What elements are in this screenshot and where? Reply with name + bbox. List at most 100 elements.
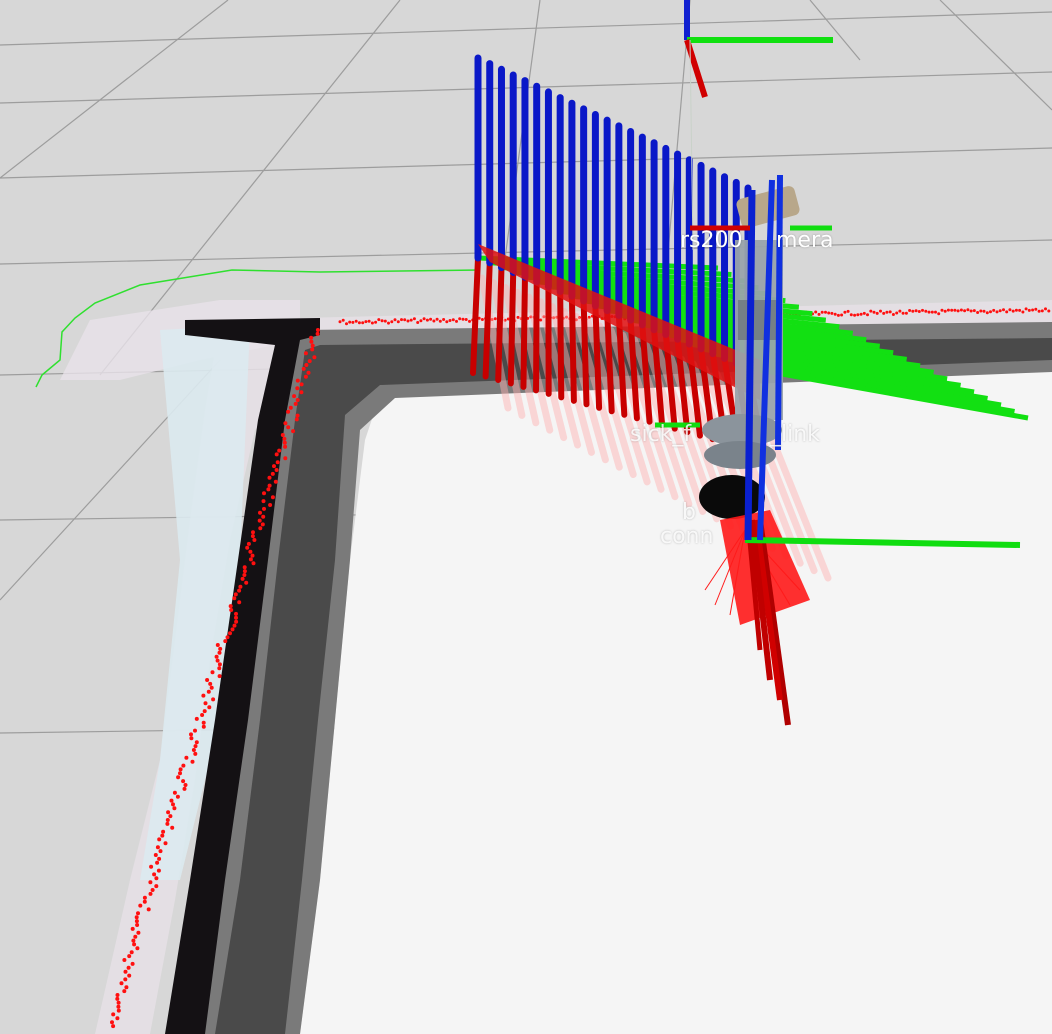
laser-point (270, 495, 275, 500)
laser-point (911, 309, 915, 313)
laser-point (148, 880, 153, 885)
laser-point (234, 615, 238, 620)
laser-point (135, 946, 140, 951)
laser-point (843, 310, 847, 314)
laser-point (412, 317, 416, 321)
laser-point (422, 317, 426, 321)
laser-point (1047, 309, 1051, 313)
laser-point (261, 514, 266, 519)
laser-point (242, 573, 247, 577)
laser-point (242, 565, 247, 570)
laser-point (348, 320, 352, 324)
laser-point (228, 631, 232, 636)
laser-point (172, 806, 177, 811)
laser-point (134, 919, 139, 924)
laser-point (827, 311, 831, 315)
pose-x-axis (507, 269, 517, 387)
laser-point (849, 313, 853, 317)
scene-canvas[interactable] (0, 0, 1052, 1034)
laser-point (136, 911, 140, 916)
laser-point (233, 592, 238, 597)
laser-point (190, 759, 195, 764)
laser-point (966, 308, 970, 312)
laser-point (217, 674, 222, 679)
laser-point (291, 429, 296, 434)
pose-x-axis (592, 302, 603, 411)
laser-point (409, 318, 413, 322)
laser-point (124, 985, 129, 990)
laser-point (206, 689, 211, 694)
laser-point (824, 310, 827, 314)
laser-point (435, 317, 439, 321)
laser-point (946, 308, 950, 312)
laser-point (930, 310, 934, 314)
laser-point (367, 319, 371, 323)
pose-x-axis (580, 298, 590, 408)
laser-point (238, 584, 243, 589)
laser-point (142, 895, 147, 900)
laser-point (169, 798, 174, 803)
laser-point (119, 981, 124, 986)
laser-point (251, 530, 255, 535)
laser-point (370, 321, 374, 325)
laser-point (267, 483, 272, 488)
laser-point (309, 339, 314, 344)
laser-point (215, 658, 220, 663)
laser-point (869, 309, 873, 313)
laser-point (282, 436, 287, 441)
laser-point (288, 405, 293, 410)
laser-point (171, 802, 175, 807)
laser-point (193, 728, 197, 733)
laser-point (963, 309, 967, 313)
laser-point (136, 930, 141, 935)
laser-point (115, 996, 120, 1001)
laser-point (234, 611, 238, 616)
laser-point (354, 319, 358, 323)
laser-point (277, 448, 282, 453)
laser-point (455, 319, 458, 323)
laser-point (283, 456, 288, 461)
laser-point (425, 318, 429, 322)
laser-point (295, 398, 300, 402)
laser-point (1008, 308, 1012, 312)
laser-point (888, 310, 892, 314)
laser-point (299, 390, 304, 395)
pose-x-axis (533, 278, 540, 394)
laser-point (396, 320, 400, 324)
laser-point (168, 814, 173, 819)
laser-point (885, 310, 889, 314)
laser-point (953, 308, 957, 312)
laser-point (250, 553, 255, 558)
laser-point (115, 1016, 120, 1021)
laser-point (178, 767, 183, 772)
laser-point (995, 310, 999, 314)
laser-point (181, 763, 186, 768)
laser-point (458, 317, 462, 321)
laser-point (170, 825, 175, 830)
laser-point (127, 973, 132, 978)
laser-point (217, 662, 222, 667)
laser-point (210, 670, 215, 675)
laser-point (934, 310, 937, 314)
laser-point (228, 604, 233, 609)
laser-point (846, 309, 850, 313)
rviz-3d-viewport[interactable]: rs200 mera sick_f _link b conn (0, 0, 1052, 1034)
laser-point (183, 783, 188, 787)
laser-point (122, 989, 127, 994)
laser-point (208, 681, 213, 686)
laser-point (132, 942, 137, 947)
laser-point (245, 545, 250, 550)
laser-point (152, 872, 157, 877)
laser-point (283, 421, 288, 426)
laser-point (193, 751, 198, 756)
laser-point (306, 370, 311, 375)
laser-point (225, 635, 230, 640)
laser-point (237, 600, 242, 605)
laser-point (292, 394, 297, 399)
laser-point (859, 312, 863, 316)
laser-point (126, 965, 131, 970)
laser-point (914, 309, 918, 313)
laser-point (1031, 308, 1035, 312)
laser-point (250, 534, 255, 539)
laser-point (258, 510, 262, 515)
